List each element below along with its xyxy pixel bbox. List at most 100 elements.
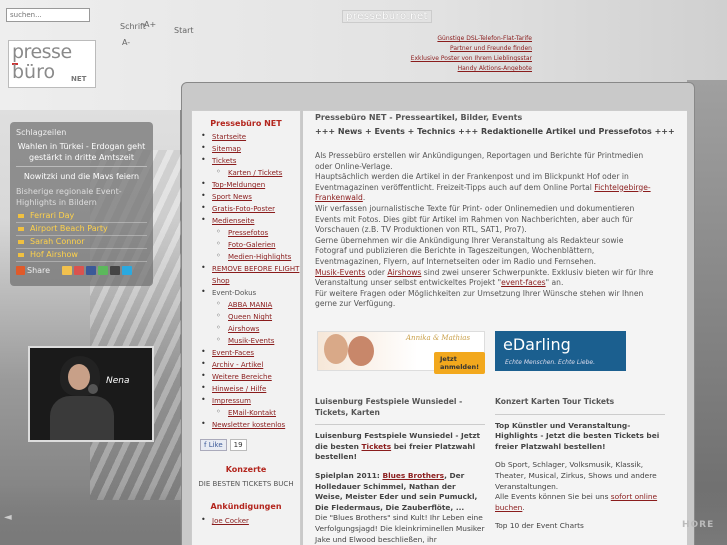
start-link[interactable]: Start: [174, 26, 194, 35]
sidebar-item[interactable]: Startseite: [198, 130, 300, 143]
sidebar-item-label[interactable]: Archiv - Artikel: [212, 361, 263, 369]
sidebar-item[interactable]: Foto-Galerien: [198, 238, 300, 251]
edarling-ad[interactable]: eDarling Echte Menschen. Echte Liebe.: [495, 331, 626, 371]
sidebar-item-label[interactable]: Pressefotos: [228, 229, 268, 237]
sidebar-item[interactable]: Medien-Highlights: [198, 250, 300, 263]
sidebar-item-label[interactable]: Queen Night: [228, 313, 272, 321]
share-label[interactable]: Share: [27, 266, 50, 275]
sidebar-item-label[interactable]: Sport News: [212, 193, 252, 201]
link-musik-events[interactable]: Musik-Events: [315, 268, 365, 277]
sidebar-item[interactable]: Medienseite: [198, 214, 300, 227]
sidebar-item[interactable]: ABBA MANIA: [198, 298, 300, 311]
social-icon[interactable]: [62, 266, 73, 275]
headline-item[interactable]: Nowitzki und die Mavs feiern: [16, 171, 147, 182]
brand-watermark: pressebüro.net: [342, 10, 433, 23]
sidebar-item-label[interactable]: Weitere Bereiche: [212, 373, 272, 381]
sidebar-item[interactable]: Musik-Events: [198, 334, 300, 347]
font-increase-button[interactable]: A+: [144, 20, 156, 29]
dating-ad[interactable]: Annika & Mathias Jetzt anmelden!: [317, 331, 486, 374]
sidebar-item[interactable]: Sport News: [198, 190, 300, 203]
top-events-label: Top 10 der Event Charts: [495, 521, 584, 531]
sidebar-item-label[interactable]: Tickets: [212, 157, 236, 165]
link-event-faces[interactable]: event-faces: [501, 278, 546, 287]
sidebar-item[interactable]: Sitemap: [198, 142, 300, 155]
font-size-label: Schrift: [120, 22, 146, 31]
sidebar-item[interactable]: Karten / Tickets: [198, 166, 300, 179]
font-decrease-button[interactable]: A-: [122, 38, 130, 47]
sidebar-item-label[interactable]: Foto-Galerien: [228, 241, 276, 249]
intro-p5c: " an.: [545, 278, 564, 288]
sidebar-item-label[interactable]: Medienseite: [212, 217, 254, 225]
sidebar-item-label[interactable]: Musik-Events: [228, 337, 274, 345]
site-logo[interactable]: presse büro NET: [8, 40, 96, 88]
ad-register-button[interactable]: Jetzt anmelden!: [434, 352, 486, 374]
ankuendigung-item[interactable]: Joe Cocker: [198, 514, 300, 527]
top-link-dsl[interactable]: Günstige DSL-Telefon-Flat-Tarife: [411, 34, 532, 44]
sidebar-item-label[interactable]: EMail-Kontakt: [228, 409, 276, 417]
share-icon[interactable]: [16, 266, 25, 275]
facebook-icon[interactable]: [86, 266, 97, 275]
sidebar-item: Event-Dokus: [198, 286, 300, 299]
twitter-icon[interactable]: [122, 266, 133, 275]
sidebar-item[interactable]: Event-Faces: [198, 346, 300, 359]
facebook-like-button[interactable]: f Like: [200, 439, 227, 451]
logo-suffix: NET: [71, 75, 87, 83]
sidebar-item[interactable]: Weitere Bereiche: [198, 370, 300, 383]
luisenburg-column: Luisenburg Festspiele Wunsiedel - Ticket…: [315, 397, 485, 545]
sidebar-item[interactable]: Gratis-Foto-Poster: [198, 202, 300, 215]
events-text-end: .: [522, 502, 525, 512]
featured-photo[interactable]: Nena: [28, 346, 154, 442]
highlight-item[interactable]: Airport Beach Party: [16, 223, 147, 236]
sidebar-item-label[interactable]: Top-Meldungen: [212, 181, 265, 189]
photo-face: [68, 364, 90, 390]
sidebar-item[interactable]: Archiv - Artikel: [198, 358, 300, 371]
sidebar-item-label[interactable]: Event-Faces: [212, 349, 254, 357]
highlight-item[interactable]: Ferrari Day: [16, 210, 147, 223]
sidebar-item-label[interactable]: Startseite: [212, 133, 246, 141]
like-count: 19: [229, 439, 247, 451]
intro-p2-end: .: [362, 193, 366, 203]
top-link-poster[interactable]: Exklusive Poster von Ihrem Lieblingsstar: [411, 54, 532, 64]
divider: [16, 166, 147, 167]
top-link-partner[interactable]: Partner und Freunde finden: [411, 44, 532, 54]
arrow-left-icon[interactable]: ◄: [4, 512, 12, 523]
sidebar-item-label[interactable]: Impressum: [212, 397, 251, 405]
link-airshows[interactable]: Airshows: [387, 268, 421, 277]
sidebar-item[interactable]: Impressum: [198, 394, 300, 407]
highlight-item[interactable]: Hof Airshow: [16, 249, 147, 262]
sidebar-item-label[interactable]: Hinweise / Hilfe: [212, 385, 266, 393]
sidebar-title: Pressebüro NET: [210, 119, 282, 128]
sidebar-item[interactable]: REMOVE BEFORE FLIGHT Shop: [198, 262, 300, 287]
sidebar-item[interactable]: Hinweise / Hilfe: [198, 382, 300, 395]
sidebar-item-label[interactable]: Karten / Tickets: [228, 169, 282, 177]
sidebar-item[interactable]: Newsletter kostenlos: [198, 418, 300, 431]
sidebar-item-label[interactable]: Sitemap: [212, 145, 241, 153]
sidebar-item-label[interactable]: Medien-Highlights: [228, 253, 291, 261]
konzerte-line[interactable]: DIE BESTEN TICKETS BUCH: [192, 480, 300, 488]
top-link-handy[interactable]: Handy Aktions-Angebote: [411, 64, 532, 74]
myspace-icon[interactable]: [110, 266, 121, 275]
sidebar-item-label[interactable]: Airshows: [228, 325, 259, 333]
sidebar-item-label[interactable]: ABBA MANIA: [228, 301, 272, 309]
sidebar-item-label[interactable]: Newsletter kostenlos: [212, 421, 285, 429]
link-tickets[interactable]: Tickets: [362, 442, 392, 451]
divider: [315, 424, 485, 426]
ankuendigung-link[interactable]: Joe Cocker: [212, 517, 249, 525]
social-icon[interactable]: [98, 266, 109, 275]
intro-p4: Gerne übernehmen wir die Ankündigung Ihr…: [315, 235, 624, 266]
photo-caption: Nena: [106, 376, 130, 386]
sidebar-item[interactable]: Airshows: [198, 322, 300, 335]
sidebar-item[interactable]: Pressefotos: [198, 226, 300, 239]
headline-item[interactable]: Wahlen in Türkei - Erdogan geht gestärkt…: [16, 141, 147, 163]
sidebar-item[interactable]: EMail-Kontakt: [198, 406, 300, 419]
sidebar-item[interactable]: Tickets: [198, 154, 300, 167]
social-icon[interactable]: [74, 266, 85, 275]
search-input[interactable]: [6, 8, 90, 22]
sidebar-item-label[interactable]: REMOVE BEFORE FLIGHT Shop: [212, 265, 299, 285]
highlight-item[interactable]: Sarah Connor: [16, 236, 147, 249]
sidebar-item-label[interactable]: Gratis-Foto-Poster: [212, 205, 275, 213]
link-blues-brothers[interactable]: Blues Brothers: [382, 471, 444, 480]
sidebar-item[interactable]: Queen Night: [198, 310, 300, 323]
sidebar-item[interactable]: Top-Meldungen: [198, 178, 300, 191]
top-links: Günstige DSL-Telefon-Flat-Tarife Partner…: [411, 34, 532, 74]
